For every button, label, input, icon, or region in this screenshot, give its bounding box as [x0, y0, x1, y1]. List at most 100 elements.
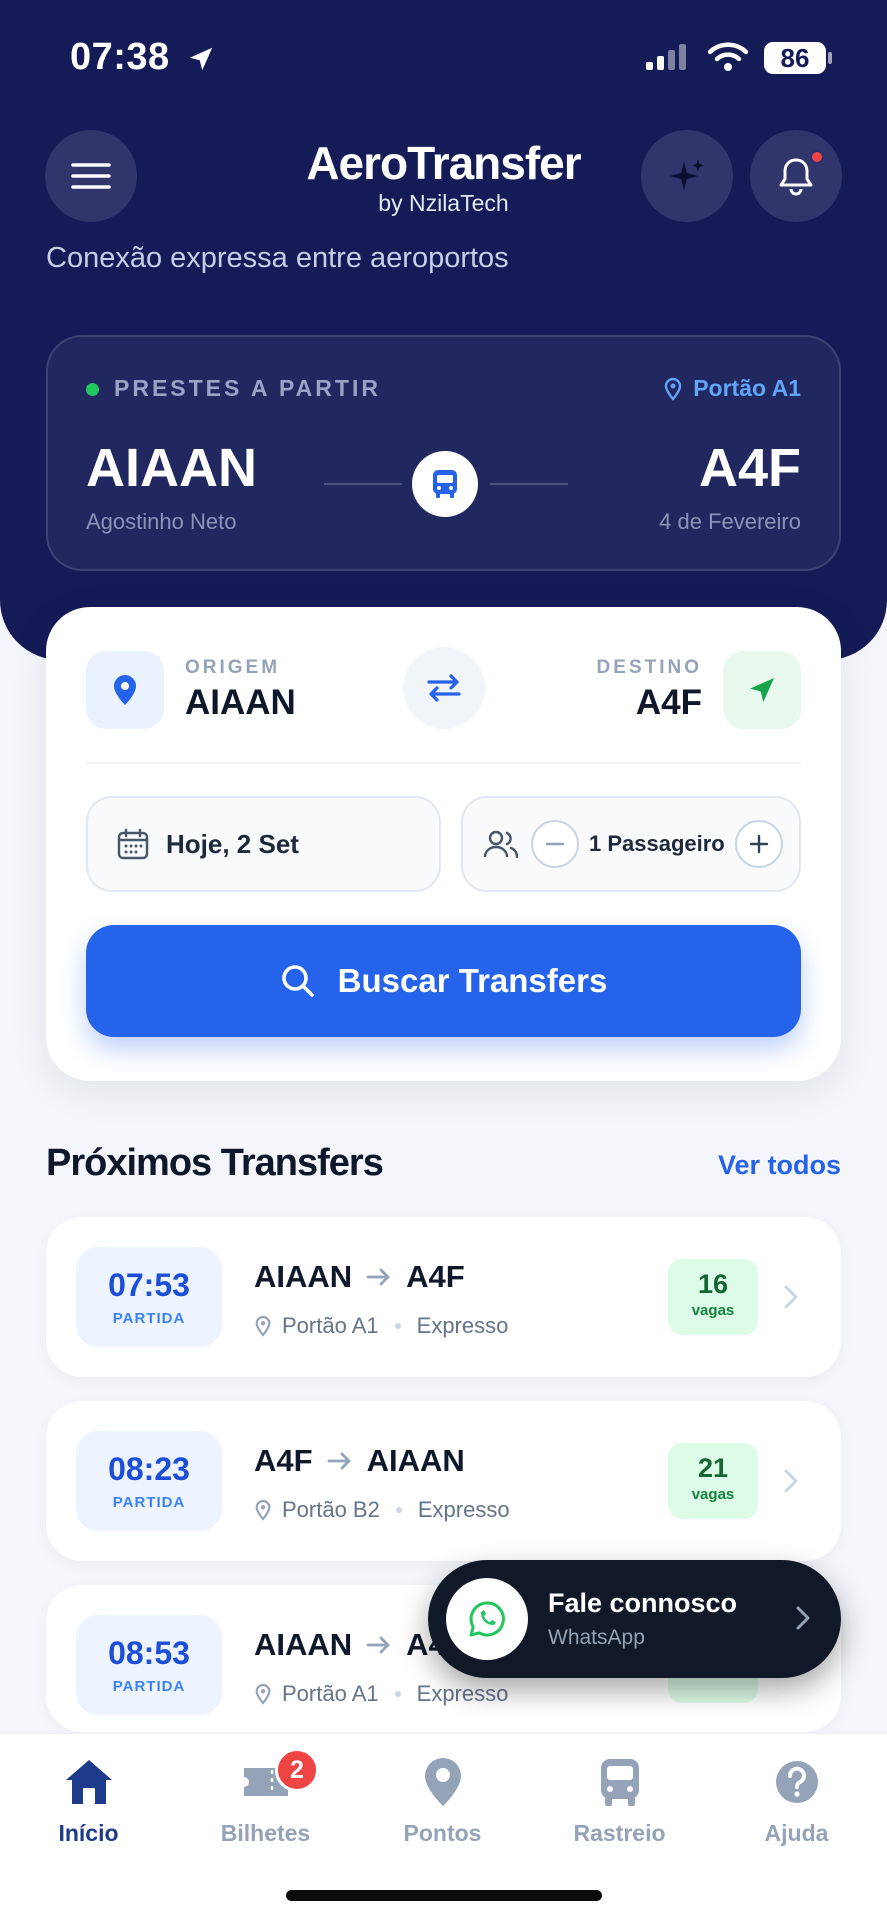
departure-time-box: 07:53 PARTIDA: [76, 1247, 222, 1347]
whatsapp-icon-wrap: [446, 1578, 528, 1660]
map-pin-icon: [255, 1499, 271, 1521]
trip-type: Expresso: [417, 1497, 510, 1522]
nav-item-tickets[interactable]: 2 Bilhetes: [177, 1748, 354, 1847]
calendar-icon: [117, 828, 149, 860]
passenger-count: 1 Passageiro: [589, 831, 725, 856]
seats-label: vagas: [691, 1302, 735, 1319]
notification-dot: [810, 150, 824, 164]
bus-icon: [433, 470, 457, 498]
battery-indicator: 86: [764, 42, 826, 74]
home-icon: [65, 1760, 112, 1804]
nav-item-tracking[interactable]: Rastreio: [531, 1752, 708, 1847]
nav-label: Pontos: [403, 1820, 482, 1846]
decrease-passengers-button[interactable]: [531, 820, 579, 868]
search-transfers-button[interactable]: Buscar Transfers: [86, 925, 801, 1037]
upcoming-section-title: Próximos Transfers: [46, 1142, 384, 1184]
status-time: 07:38: [70, 36, 170, 78]
departure-time: 08:53: [108, 1635, 190, 1671]
whatsapp-contact-button[interactable]: Fale connosco WhatsApp: [428, 1560, 841, 1678]
origin-selector[interactable]: [86, 651, 164, 729]
date-picker[interactable]: Hoje, 2 Set: [86, 796, 441, 892]
tagline: Conexão expressa entre aeroportos: [46, 242, 509, 274]
status-bar: 07:38 86: [0, 0, 887, 120]
swap-route-button[interactable]: [403, 647, 485, 729]
nav-label: Rastreio: [573, 1820, 666, 1846]
transfer-card[interactable]: 07:53 PARTIDA AIAAN A4F Portão A1 Expres…: [46, 1217, 841, 1377]
route-from: AIAAN: [254, 1627, 353, 1662]
departing-origin-code: AIAAN: [86, 438, 257, 498]
departing-label: PRESTES A PARTIR: [114, 375, 381, 401]
transfer-card[interactable]: 08:23 PARTIDA A4F AIAAN Portão B2 Expres…: [46, 1401, 841, 1561]
route-line-left: [324, 483, 402, 485]
departure-time-box: 08:23 PARTIDA: [76, 1431, 222, 1531]
ai-assistant-button[interactable]: [641, 130, 733, 222]
departing-destination-code: A4F: [698, 438, 801, 498]
map-pin-icon: [255, 1683, 271, 1705]
destination-label: DESTINO: [596, 657, 702, 678]
map-pin-icon: [255, 1315, 271, 1337]
seats-label: vagas: [691, 1486, 735, 1503]
nav-label: Bilhetes: [220, 1820, 311, 1846]
destination-selector[interactable]: [723, 651, 801, 729]
date-value: Hoje, 2 Set: [166, 828, 299, 859]
chevron-right-icon: [784, 1285, 798, 1309]
route-from: A4F: [254, 1443, 313, 1478]
bell-icon: [779, 158, 813, 196]
arrow-right-icon: [327, 1452, 350, 1470]
seats-count: 16: [697, 1269, 729, 1299]
map-pin-icon: [665, 377, 682, 401]
departure-time: 08:23: [108, 1451, 190, 1487]
nav-label: Início: [58, 1820, 119, 1846]
route-to: A4F: [406, 1259, 465, 1294]
trip-type: Expresso: [416, 1681, 509, 1706]
departing-destination-name: 4 de Fevereiro: [659, 509, 801, 534]
help-icon: [775, 1761, 818, 1803]
route-line-right: [490, 483, 568, 485]
chevron-right-icon: [784, 1469, 798, 1493]
whatsapp-title: Fale connosco: [548, 1588, 738, 1618]
whatsapp-subtitle: WhatsApp: [548, 1626, 645, 1649]
passenger-selector: 1 Passageiro: [461, 796, 801, 892]
arrow-right-icon: [366, 1636, 390, 1654]
whatsapp-icon: [469, 1601, 505, 1637]
wifi-icon: [708, 42, 748, 71]
chevron-right-icon: [796, 1606, 810, 1630]
departing-origin-name: Agostinho Neto: [86, 509, 237, 534]
map-pin-icon: [424, 1758, 461, 1806]
bus-icon: [600, 1759, 639, 1806]
departing-soon-card[interactable]: PRESTES A PARTIR Portão A1 AIAAN A4F Ago…: [46, 335, 841, 571]
departing-gate-text: Portão A1: [693, 375, 801, 401]
search-icon: [281, 965, 314, 997]
navigation-arrow-icon: [750, 678, 774, 702]
departing-gate: Portão A1: [663, 375, 801, 402]
trip-meta: Portão A1 Expresso: [254, 1681, 508, 1707]
seats-badge: 21 vagas: [668, 1443, 758, 1519]
route-to: AIAAN: [366, 1443, 465, 1478]
departure-label: PARTIDA: [112, 1310, 186, 1327]
nav-label: Ajuda: [764, 1820, 829, 1846]
search-button-label: Buscar Transfers: [337, 962, 608, 999]
nav-item-home[interactable]: Início: [0, 1752, 177, 1847]
departure-time-box: 08:53 PARTIDA: [76, 1615, 222, 1715]
origin-value[interactable]: AIAAN: [185, 683, 296, 723]
departure-label: PARTIDA: [112, 1494, 186, 1511]
seats-count: 21: [697, 1453, 729, 1483]
search-card: ORIGEM AIAAN DESTINO A4F Hoje, 2 Set 1 P…: [46, 607, 841, 1081]
trip-gate: Portão A1: [282, 1313, 379, 1338]
home-indicator: [286, 1890, 602, 1901]
increase-passengers-button[interactable]: [734, 820, 783, 868]
battery-tip: [828, 52, 832, 64]
meta-separator: [394, 1323, 401, 1329]
nav-item-points[interactable]: Pontos: [354, 1752, 531, 1847]
nav-item-help[interactable]: Ajuda: [708, 1752, 885, 1847]
plus-icon: [749, 834, 768, 854]
meta-separator: [394, 1691, 401, 1697]
see-all-link[interactable]: Ver todos: [718, 1150, 841, 1181]
route-from: AIAAN: [254, 1259, 353, 1294]
trip-meta: Portão B2 Expresso: [254, 1497, 510, 1523]
trip-type: Expresso: [416, 1313, 509, 1338]
destination-value[interactable]: A4F: [636, 683, 702, 723]
minus-icon: [545, 842, 565, 846]
meta-separator: [395, 1507, 402, 1513]
notifications-button[interactable]: [750, 130, 842, 222]
